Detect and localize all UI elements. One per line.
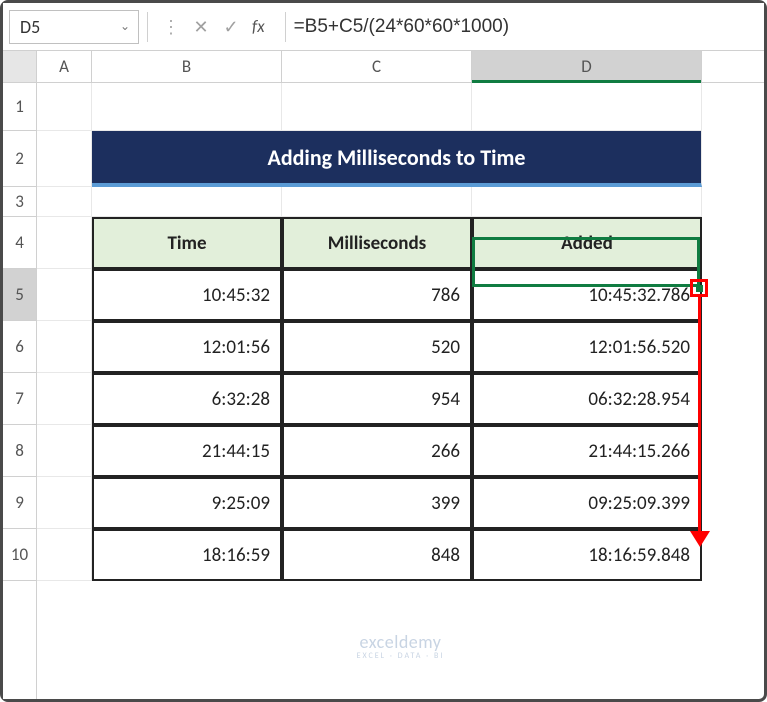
row-header-6[interactable]: 6 [3, 321, 36, 373]
grid-row-8: 21:44:1526621:44:15.266 [37, 425, 764, 477]
cell-added-2[interactable]: 06:32:28.954 [472, 373, 702, 425]
grid-row-3 [37, 187, 764, 217]
spreadsheet: 12345678910 ABCD Adding Milliseconds to … [3, 51, 764, 699]
column-header-D[interactable]: D [472, 51, 702, 82]
grid-row-4: TimeMillisecondsAdded [37, 217, 764, 269]
row-header-9[interactable]: 9 [3, 477, 36, 529]
cell-A10[interactable] [37, 529, 92, 581]
formula-bar: D5 ⌄ ⋮ ✕ ✓ fx [3, 3, 764, 51]
cell-C1[interactable] [282, 83, 472, 131]
cell-B1[interactable] [92, 83, 282, 131]
column-header-B[interactable]: B [92, 51, 282, 82]
cell-ms-3[interactable]: 266 [282, 425, 472, 477]
header-time[interactable]: Time [92, 217, 282, 269]
header-added[interactable]: Added [472, 217, 702, 269]
chevron-down-icon[interactable]: ⌄ [120, 19, 130, 34]
row-header-4[interactable]: 4 [3, 217, 36, 269]
cell-time-5[interactable]: 18:16:59 [92, 529, 282, 581]
cell-added-1[interactable]: 12:01:56.520 [472, 321, 702, 373]
cell-ms-2[interactable]: 954 [282, 373, 472, 425]
cell-ms-5[interactable]: 848 [282, 529, 472, 581]
separator [147, 12, 148, 42]
row-header-2[interactable]: 2 [3, 131, 36, 187]
cell-A4[interactable] [37, 217, 92, 269]
cell-C3[interactable] [282, 187, 472, 217]
header-ms[interactable]: Milliseconds [282, 217, 472, 269]
cell-ms-4[interactable]: 399 [282, 477, 472, 529]
cell-time-0[interactable]: 10:45:32 [92, 269, 282, 321]
watermark-sub: EXCEL · DATA · BI [357, 651, 445, 661]
row-headers: 12345678910 [3, 51, 37, 699]
name-box-value: D5 [20, 16, 40, 38]
cell-A9[interactable] [37, 477, 92, 529]
grid-row-1 [37, 83, 764, 131]
cell-added-4[interactable]: 09:25:09.399 [472, 477, 702, 529]
formula-input[interactable] [294, 16, 758, 38]
row-header-3[interactable]: 3 [3, 187, 36, 217]
cell-D1[interactable] [472, 83, 702, 131]
watermark-main: exceldemy [357, 631, 445, 653]
drag-arrow-icon [698, 295, 701, 535]
cell-A1[interactable] [37, 83, 92, 131]
cell-B3[interactable] [92, 187, 282, 217]
cell-A3[interactable] [37, 187, 92, 217]
grid-row-10: 18:16:5984818:16:59.848 [37, 529, 764, 581]
title-cell[interactable]: Adding Milliseconds to Time [92, 131, 702, 187]
fx-label[interactable]: fx [252, 16, 265, 37]
grid-row-7: 6:32:2895406:32:28.954 [37, 373, 764, 425]
row-header-5[interactable]: 5 [3, 269, 36, 321]
cell-ms-0[interactable]: 786 [282, 269, 472, 321]
grid-row-9: 9:25:0939909:25:09.399 [37, 477, 764, 529]
column-header-C[interactable]: C [282, 51, 472, 82]
column-headers: ABCD [37, 51, 764, 83]
cell-added-0[interactable]: 10:45:32.786 [472, 269, 702, 321]
cell-A8[interactable] [37, 425, 92, 477]
cell-time-3[interactable]: 21:44:15 [92, 425, 282, 477]
watermark: exceldemy EXCEL · DATA · BI [357, 631, 445, 661]
cell-ms-1[interactable]: 520 [282, 321, 472, 373]
cell-A6[interactable] [37, 321, 92, 373]
cell-time-2[interactable]: 6:32:28 [92, 373, 282, 425]
cell-A5[interactable] [37, 269, 92, 321]
row-header-8[interactable]: 8 [3, 425, 36, 477]
cell-D3[interactable] [472, 187, 702, 217]
cancel-icon[interactable]: ✕ [188, 14, 214, 40]
select-all-corner[interactable] [3, 51, 36, 83]
row-header-1[interactable]: 1 [3, 83, 36, 131]
grid-row-5: 10:45:3278610:45:32.786 [37, 269, 764, 321]
row-header-10[interactable]: 10 [3, 529, 36, 581]
grid-row-6: 12:01:5652012:01:56.520 [37, 321, 764, 373]
cell-added-5[interactable]: 18:16:59.848 [472, 529, 702, 581]
column-header-A[interactable]: A [37, 51, 92, 82]
cell-added-3[interactable]: 21:44:15.266 [472, 425, 702, 477]
grid: ABCD Adding Milliseconds to Time TimeMill… [37, 51, 764, 699]
separator [285, 12, 286, 42]
dots-icon: ⋮ [162, 16, 180, 38]
check-icon[interactable]: ✓ [218, 14, 244, 40]
cell-A7[interactable] [37, 373, 92, 425]
grid-row-2: Adding Milliseconds to Time [37, 131, 764, 187]
cell-time-1[interactable]: 12:01:56 [92, 321, 282, 373]
cell-A2[interactable] [37, 131, 92, 187]
row-header-7[interactable]: 7 [3, 373, 36, 425]
name-box[interactable]: D5 ⌄ [9, 10, 139, 44]
cell-time-4[interactable]: 9:25:09 [92, 477, 282, 529]
